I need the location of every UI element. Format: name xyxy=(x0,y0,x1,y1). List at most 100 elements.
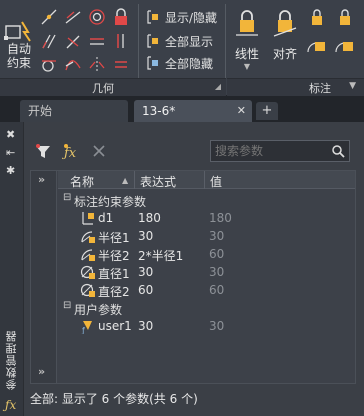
column-header-value[interactable]: 值 xyxy=(210,173,222,190)
table-row[interactable]: 半径1 30 30 xyxy=(58,227,355,245)
row-value: 60 xyxy=(209,247,225,261)
horizontal-icon[interactable] xyxy=(88,32,106,50)
coincident-icon[interactable] xyxy=(40,8,58,26)
svg-text:ƒx: ƒx xyxy=(62,146,77,161)
status-text: 全部: 显示了 6 个参数(共 6 个) xyxy=(30,392,198,406)
auto-hide-icon[interactable]: ⇤ xyxy=(6,146,15,159)
parameters-grid: » » 名称 ▲ 表达式 值 ⊟ 标注约束参数 d1 180 180 半径1 3… xyxy=(30,170,356,384)
tab-document[interactable]: 13-6* ✕ xyxy=(134,100,252,122)
auto-constrain-label-2: 约束 xyxy=(6,56,31,70)
convert-dim-icon[interactable] xyxy=(334,34,356,54)
collapse-group-icon[interactable]: ⊟ xyxy=(63,300,71,311)
row-name[interactable]: 半径2 xyxy=(98,247,130,264)
fx-icon: ƒx xyxy=(5,398,17,412)
grid-gutter: » » xyxy=(31,171,57,383)
row-value: 180 xyxy=(209,211,232,225)
vertical-icon[interactable] xyxy=(112,32,130,50)
column-header-expression[interactable]: 表达式 xyxy=(140,173,176,190)
row-expression[interactable]: 30 xyxy=(138,265,153,279)
group-dimensional-constraints[interactable]: ⊟ 标注约束参数 xyxy=(58,191,355,209)
row-expression[interactable]: 2*半径1 xyxy=(138,247,183,264)
show-hide-button[interactable]: 显示/隐藏 xyxy=(146,8,217,26)
row-expression[interactable]: 60 xyxy=(138,283,153,297)
expand-gutter-bottom-icon[interactable]: » xyxy=(38,365,45,378)
row-name[interactable]: 直径1 xyxy=(98,265,130,282)
linear-lock-icon xyxy=(236,10,258,36)
palette-title: 参数管理器 xyxy=(5,330,18,390)
show-all-label: 全部显示 xyxy=(165,34,214,49)
row-expression[interactable]: 180 xyxy=(138,211,161,225)
close-tab-icon[interactable]: ✕ xyxy=(237,100,246,122)
row-name[interactable]: user1 xyxy=(98,319,132,333)
diameter-dim-icon[interactable] xyxy=(306,34,328,54)
group-user-parameters[interactable]: ⊟ 用户参数 xyxy=(58,299,355,317)
hide-all-label: 全部隐藏 xyxy=(165,56,214,71)
ribbon: 自动 约束 显示/隐藏 全部显示 全部隐藏 线性 ▼ 对齐 几何 ◢ 标注 ▼ xyxy=(0,0,364,96)
show-hide-label: 显示/隐藏 xyxy=(165,10,218,25)
column-divider xyxy=(204,171,205,189)
column-header-name[interactable]: 名称 xyxy=(70,173,94,190)
search-input[interactable] xyxy=(215,144,327,158)
document-tab-bar: 开始 13-6* ✕ + xyxy=(0,96,364,122)
auto-constrain-button[interactable]: 自动 约束 xyxy=(2,20,36,70)
collinear-icon[interactable] xyxy=(64,8,82,26)
collapse-group-icon[interactable]: ⊟ xyxy=(63,192,71,203)
dimension-panel-expand-icon[interactable]: ▼ xyxy=(349,81,356,91)
geometric-panel-label: 几何 xyxy=(92,82,114,95)
geometric-constraints-grid xyxy=(40,6,132,76)
table-row[interactable]: 半径2 2*半径1 60 xyxy=(58,245,355,263)
palette-properties-icon[interactable]: ✱ xyxy=(6,164,15,177)
table-row[interactable]: ƒ user1 30 30 xyxy=(58,317,355,335)
row-name[interactable]: d1 xyxy=(98,211,113,225)
angular-dim-icon[interactable] xyxy=(334,8,356,28)
row-name[interactable]: 直径2 xyxy=(98,283,130,300)
group-label: 用户参数 xyxy=(74,303,123,317)
new-tab-button[interactable]: + xyxy=(256,102,278,120)
aligned-label: 对齐 xyxy=(272,47,297,61)
svg-text:ƒ: ƒ xyxy=(81,326,85,334)
linear-label: 线性 xyxy=(234,47,259,61)
delete-icon[interactable] xyxy=(90,142,110,162)
ribbon-separator xyxy=(138,4,139,78)
new-user-parameter-icon[interactable]: ƒx xyxy=(62,142,82,162)
concentric-icon[interactable] xyxy=(88,8,106,26)
linear-dimension-button[interactable]: 线性 ▼ xyxy=(232,8,262,71)
dimension-panel-footer: 标注 ▼ xyxy=(227,78,364,96)
grid-header: 名称 ▲ 表达式 值 xyxy=(58,171,355,189)
row-name[interactable]: 半径1 xyxy=(98,229,130,246)
fix-lock-icon[interactable] xyxy=(112,8,130,26)
row-expression[interactable]: 30 xyxy=(138,229,153,243)
filter-icon[interactable] xyxy=(34,142,54,162)
search-box[interactable] xyxy=(210,140,350,162)
show-all-button[interactable]: 全部显示 xyxy=(146,32,213,50)
panel-launcher-icon[interactable]: ◢ xyxy=(215,82,221,91)
sort-ascending-icon[interactable]: ▲ xyxy=(122,176,128,185)
row-expression[interactable]: 30 xyxy=(138,319,153,333)
radius-icon xyxy=(81,231,95,243)
close-palette-icon[interactable]: ✖ xyxy=(6,128,15,141)
row-value: 30 xyxy=(209,229,225,243)
perpendicular-icon[interactable] xyxy=(64,32,82,50)
linear-dropdown-icon[interactable]: ▼ xyxy=(232,62,262,71)
table-row[interactable]: 直径1 30 30 xyxy=(58,263,355,281)
table-row[interactable]: 直径2 60 60 xyxy=(58,281,355,299)
radius-icon xyxy=(81,249,95,261)
parameters-manager-palette: ✖ ⇤ ✱ 参数管理器 ƒx ƒx » » 名称 ▲ 表达式 值 ⊟ 标注约束 xyxy=(0,122,364,416)
aligned-dimension-button[interactable]: 对齐 xyxy=(270,8,300,62)
radius-dim-icon[interactable] xyxy=(306,8,328,28)
auto-constrain-label-1: 自动 xyxy=(6,42,31,56)
tab-start[interactable]: 开始 xyxy=(20,100,128,122)
smooth-icon[interactable] xyxy=(64,56,82,74)
tangent-icon[interactable] xyxy=(40,56,58,74)
table-row[interactable]: d1 180 180 xyxy=(58,209,355,227)
user-param-icon: ƒ xyxy=(81,321,92,334)
expand-gutter-icon[interactable]: » xyxy=(38,173,45,186)
equal-icon[interactable] xyxy=(112,56,130,74)
parallel-icon[interactable] xyxy=(40,32,58,50)
diameter-icon xyxy=(80,265,95,279)
search-icon[interactable] xyxy=(331,144,345,158)
show-hide-icon xyxy=(147,10,158,24)
hide-all-button[interactable]: 全部隐藏 xyxy=(146,54,213,72)
show-all-icon xyxy=(147,34,158,48)
symmetric-icon[interactable] xyxy=(88,56,106,74)
